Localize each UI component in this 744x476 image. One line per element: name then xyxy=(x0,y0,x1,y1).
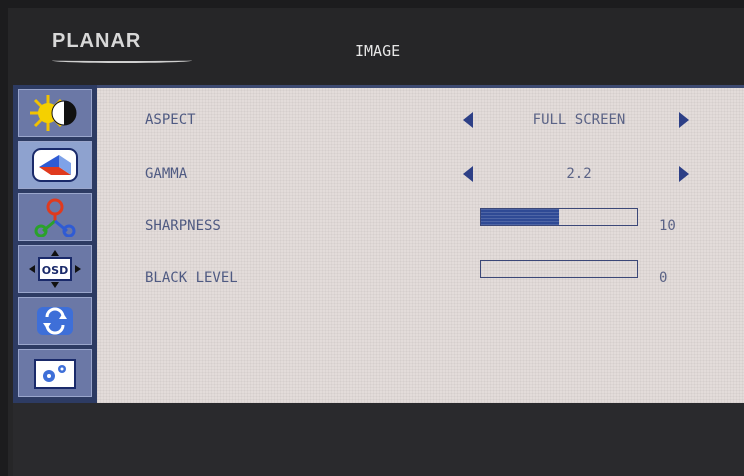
sharpness-value: 10 xyxy=(659,218,676,234)
reset-icon xyxy=(37,307,73,335)
sidebar-item-osd[interactable]: OSD xyxy=(18,245,92,293)
aspect-left-arrow-icon[interactable] xyxy=(463,112,473,128)
osd-bottom-bar xyxy=(13,403,744,476)
color-icon xyxy=(34,198,76,237)
gamma-left-arrow-icon[interactable] xyxy=(463,166,473,182)
sidebar-item-color[interactable] xyxy=(18,193,92,241)
aspect-right-arrow-icon[interactable] xyxy=(679,112,689,128)
black-level-value: 0 xyxy=(659,270,668,286)
osd-icon-text: OSD xyxy=(42,264,68,277)
setup-icon xyxy=(34,359,76,389)
aspect-value[interactable]: FULL SCREEN xyxy=(497,112,661,128)
sidebar-item-setup[interactable] xyxy=(18,349,92,397)
sidebar-item-image[interactable] xyxy=(18,141,92,189)
osd-icon: OSD xyxy=(29,250,81,288)
sharpness-label: SHARPNESS xyxy=(145,218,221,234)
brand-logo: PLANAR xyxy=(52,30,192,63)
image-settings-panel: ASPECT FULL SCREEN GAMMA 2.2 SHARPNESS 1… xyxy=(97,85,744,403)
gamma-right-arrow-icon[interactable] xyxy=(679,166,689,182)
sharpness-slider[interactable] xyxy=(480,208,638,226)
brightness-contrast-icon xyxy=(30,95,77,131)
osd-sidebar: OSD xyxy=(13,85,97,403)
black-level-slider[interactable] xyxy=(480,260,638,278)
gamma-value[interactable]: 2.2 xyxy=(497,166,661,182)
brand-swoosh xyxy=(52,58,192,63)
brand-text: PLANAR xyxy=(52,30,142,52)
sidebar-item-brightness[interactable] xyxy=(18,89,92,137)
menu-title: IMAGE xyxy=(355,42,401,60)
gamma-label: GAMMA xyxy=(145,166,188,182)
aspect-label: ASPECT xyxy=(145,112,196,128)
sharpness-slider-fill xyxy=(481,209,559,225)
sidebar-item-reset[interactable] xyxy=(18,297,92,345)
black-level-label: BLACK LEVEL xyxy=(145,270,238,286)
image-icon xyxy=(32,148,78,182)
